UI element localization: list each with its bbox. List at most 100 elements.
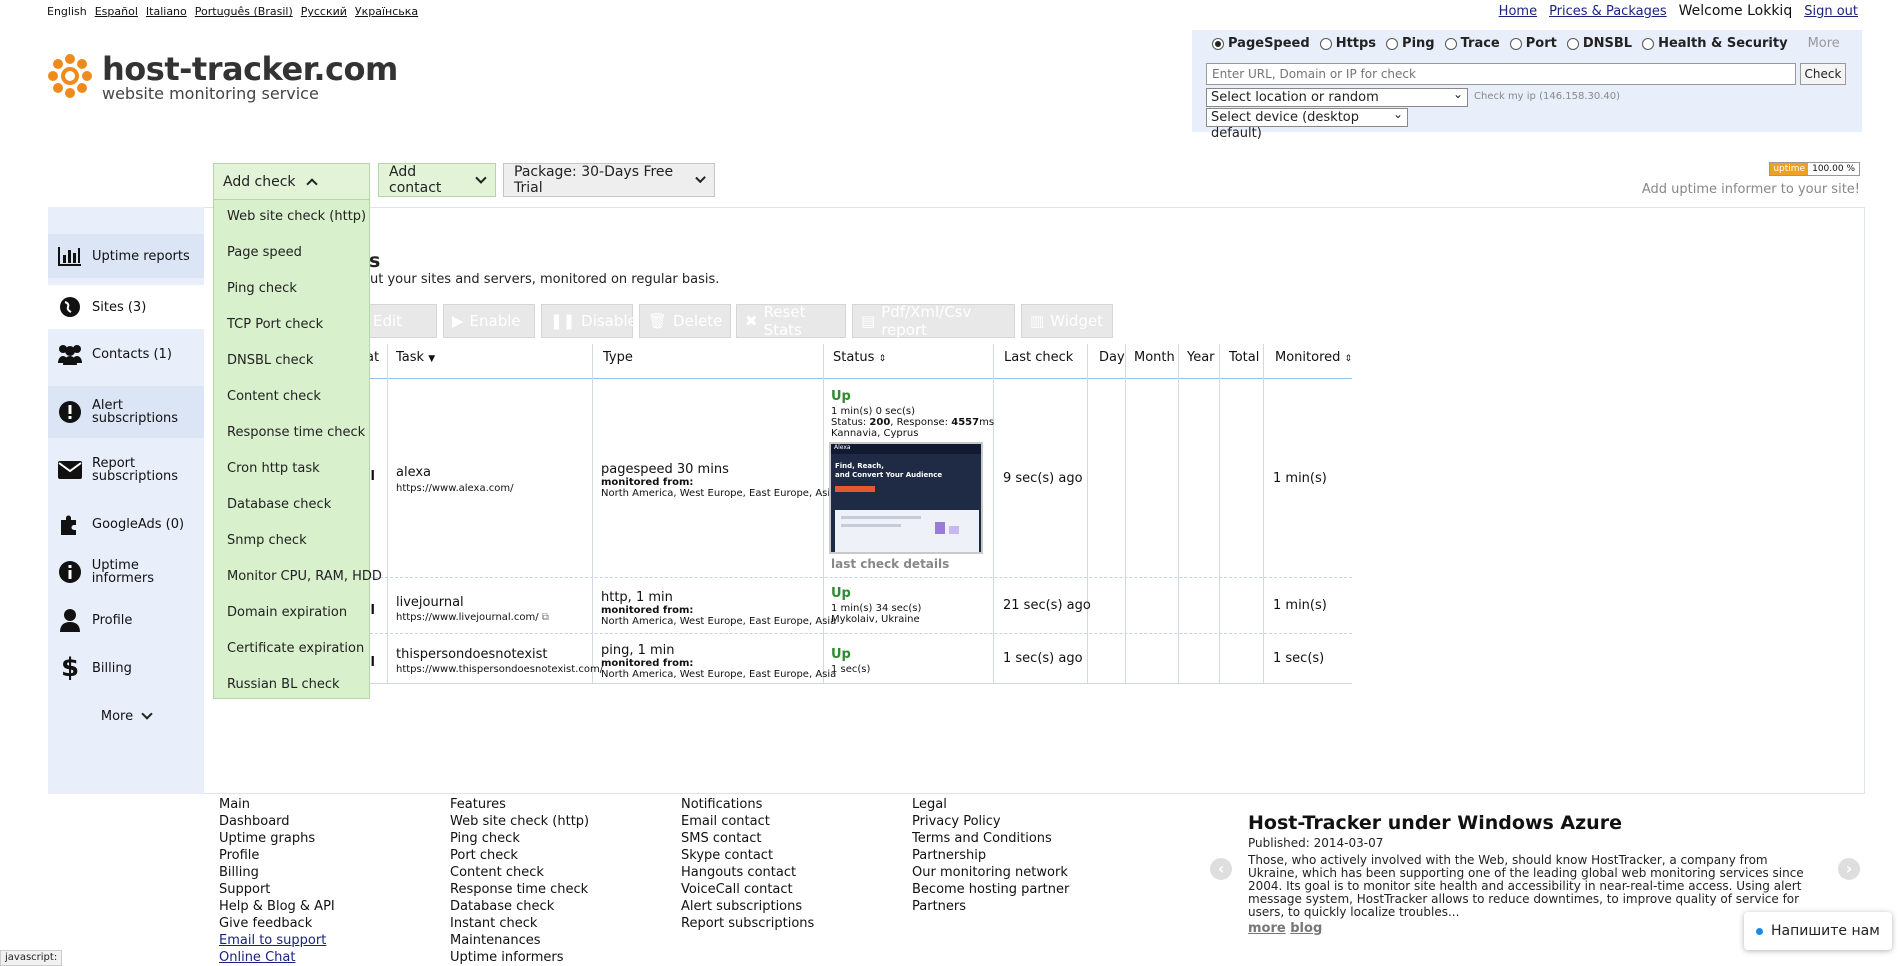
radio-dnsbl[interactable]: DNSBL <box>1566 36 1632 51</box>
footer-link[interactable]: Skype contact <box>681 847 814 864</box>
sidebar-item-profile[interactable]: Profile <box>48 598 204 642</box>
footer-link[interactable]: Partners <box>912 898 1069 915</box>
footer-link[interactable]: Give feedback <box>219 915 335 932</box>
sidebar-item-uptime-informers[interactable]: Uptime informers <box>48 550 204 594</box>
task-name[interactable]: thispersondoesnotexist <box>396 648 603 662</box>
sidebar-item-sites[interactable]: Sites (3) <box>48 285 204 329</box>
radio-https[interactable]: Https <box>1319 36 1376 51</box>
sidebar-item-more[interactable]: More <box>48 694 204 738</box>
menu-item-domain-expiration[interactable]: Domain expiration <box>227 605 347 620</box>
disable-button[interactable]: ❚❚ Disable <box>541 304 637 338</box>
signout-link[interactable]: Sign out <box>1804 4 1858 19</box>
footer-link[interactable]: Port check <box>450 847 589 864</box>
news-more-link[interactable]: more <box>1248 921 1286 936</box>
lang-portuguese[interactable]: Português (Brasil) <box>195 5 293 18</box>
col-header-monitored[interactable]: Monitored ⇕ <box>1275 350 1352 365</box>
sidebar-item-googleads[interactable]: GoogleAds (0) <box>48 502 204 546</box>
sidebar-item-alert-subscriptions[interactable]: Alert subscriptions <box>48 386 204 438</box>
menu-item-response-time-check[interactable]: Response time check <box>227 425 365 440</box>
radio-port[interactable]: Port <box>1509 36 1557 51</box>
footer-link[interactable]: Uptime graphs <box>219 830 335 847</box>
footer-link[interactable]: SMS contact <box>681 830 814 847</box>
task-name[interactable]: livejournal <box>396 596 549 610</box>
device-select[interactable]: Select device (desktop default) <box>1206 106 1408 141</box>
news-prev-arrow-icon[interactable]: ‹ <box>1210 858 1232 880</box>
footer-link[interactable]: Become hosting partner <box>912 881 1069 898</box>
footer-link[interactable]: Support <box>219 881 335 898</box>
url-input[interactable] <box>1206 63 1796 85</box>
news-title[interactable]: Host-Tracker under Windows Azure <box>1248 812 1818 834</box>
delete-button[interactable]: 🗑 Delete <box>639 304 731 338</box>
news-blog-link[interactable]: blog <box>1290 921 1322 936</box>
footer-link[interactable]: Main <box>219 796 335 813</box>
location-select[interactable]: Select location or random <box>1206 86 1468 107</box>
footer-link[interactable]: Privacy Policy <box>912 813 1069 830</box>
package-button[interactable]: Package: 30-Days Free Trial <box>503 163 715 197</box>
table-row[interactable]: thispersondoesnotexist https://www.thisp… <box>396 648 603 676</box>
home-link[interactable]: Home <box>1499 4 1537 19</box>
footer-link[interactable]: Dashboard <box>219 813 335 830</box>
footer-link[interactable]: Report subscriptions <box>681 915 814 932</box>
footer-link[interactable]: Help & Blog & API <box>219 898 335 915</box>
reset-stats-button[interactable]: ✖ Reset Stats <box>736 303 846 339</box>
task-url[interactable]: https://www.livejournal.com/ <box>396 612 539 623</box>
menu-item-monitor-cpu-ram-hdd[interactable]: Monitor CPU, RAM, HDD <box>227 569 382 584</box>
logo[interactable]: host-tracker.com website monitoring serv… <box>48 52 398 103</box>
lang-russian[interactable]: Русский <box>301 5 347 18</box>
enable-button[interactable]: ▶ Enable <box>443 304 535 338</box>
footer-link[interactable]: Maintenances <box>450 932 589 949</box>
menu-item-page-speed[interactable]: Page speed <box>227 245 302 260</box>
lang-spanish[interactable]: Español <box>95 5 138 18</box>
footer-link[interactable]: Uptime informers <box>450 949 589 966</box>
menu-item-ping-check[interactable]: Ping check <box>227 281 297 296</box>
add-contact-button[interactable]: Add contact <box>378 163 496 197</box>
col-header-task[interactable]: Task ▼ <box>396 350 435 365</box>
footer-link[interactable]: Content check <box>450 864 589 881</box>
footer-link[interactable]: Legal <box>912 796 1069 813</box>
menu-item-russian-bl-check[interactable]: Russian BL check <box>227 677 340 692</box>
footer-link[interactable]: Ping check <box>450 830 589 847</box>
add-check-button[interactable]: Add check <box>213 163 370 200</box>
radio-ping[interactable]: Ping <box>1386 36 1435 51</box>
task-url[interactable]: https://www.thispersondoesnotexist.com/ <box>396 664 603 675</box>
footer-link[interactable]: Response time check <box>450 881 589 898</box>
edit-button[interactable]: Edit <box>364 304 437 338</box>
report-button[interactable]: ▤ Pdf/Xml/Csv report <box>852 303 1015 339</box>
footer-link[interactable]: Partnership <box>912 847 1069 864</box>
check-my-ip-link[interactable]: Check my ip (146.158.30.40) <box>1474 91 1620 102</box>
sidebar-item-report-subscriptions[interactable]: Report subscriptions <box>48 443 204 497</box>
lang-english[interactable]: English <box>47 5 87 18</box>
news-next-arrow-icon[interactable]: › <box>1838 858 1860 880</box>
menu-item-certificate-expiration[interactable]: Certificate expiration <box>227 641 364 656</box>
table-row[interactable]: livejournal https://www.livejournal.com/… <box>396 596 549 624</box>
widget-button[interactable]: ▥ Widget <box>1021 304 1113 338</box>
footer-link[interactable]: Alert subscriptions <box>681 898 814 915</box>
radio-trace[interactable]: Trace <box>1444 36 1500 51</box>
task-name[interactable]: alexa <box>396 466 513 480</box>
prices-link[interactable]: Prices & Packages <box>1549 4 1667 19</box>
lang-ukrainian[interactable]: Українська <box>355 5 418 18</box>
menu-item-cron-http-task[interactable]: Cron http task <box>227 461 320 476</box>
footer-link[interactable]: Email contact <box>681 813 814 830</box>
more-check-types[interactable]: More <box>1808 36 1840 51</box>
menu-item-snmp-check[interactable]: Snmp check <box>227 533 307 548</box>
footer-link[interactable]: Database check <box>450 898 589 915</box>
footer-link[interactable]: Notifications <box>681 796 814 813</box>
footer-link[interactable]: Instant check <box>450 915 589 932</box>
footer-link[interactable]: Web site check (http) <box>450 813 589 830</box>
sidebar-item-uptime-reports[interactable]: Uptime reports <box>48 234 204 278</box>
footer-link[interactable]: Features <box>450 796 589 813</box>
page-screenshot-thumbnail[interactable]: Alexa Find, Reach, and Convert Your Audi… <box>829 442 983 554</box>
email-support-link[interactable]: Email to support <box>219 932 335 949</box>
table-row[interactable]: alexa https://www.alexa.com/ <box>396 466 513 495</box>
sidebar-item-billing[interactable]: $ Billing <box>48 646 204 690</box>
sidebar-item-contacts[interactable]: Contacts (1) <box>48 332 204 376</box>
last-check-details-link[interactable]: last check details <box>831 557 949 571</box>
check-button[interactable]: Check <box>1800 63 1846 85</box>
task-url[interactable]: https://www.alexa.com/ <box>396 483 513 494</box>
col-header-status[interactable]: Status ⇕ <box>833 350 886 365</box>
lang-italian[interactable]: Italiano <box>146 5 187 18</box>
add-informer-link[interactable]: Add uptime informer to your site! <box>1642 182 1860 197</box>
footer-link[interactable]: Billing <box>219 864 335 881</box>
footer-link[interactable]: Our monitoring network <box>912 864 1069 881</box>
